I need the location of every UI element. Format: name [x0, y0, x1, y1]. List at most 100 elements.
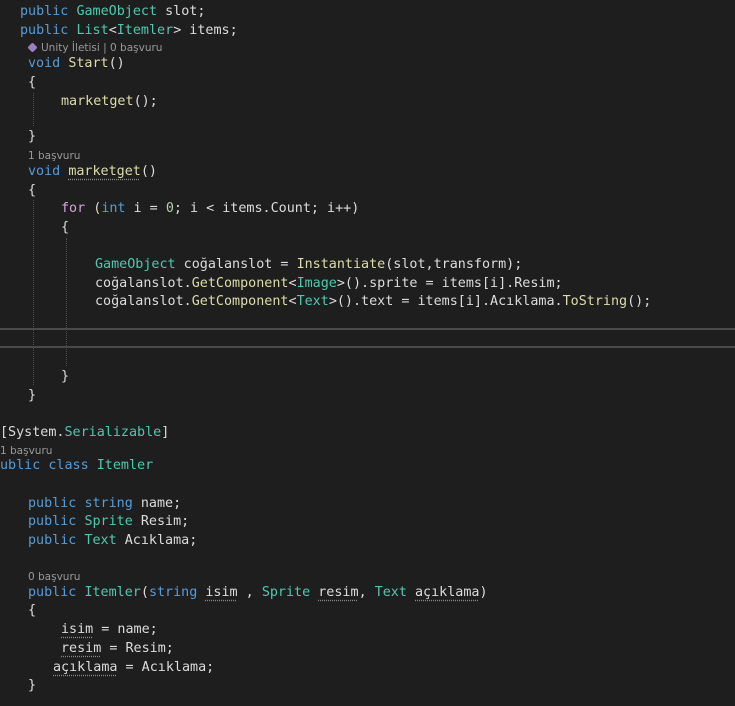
identifier: >().text = items[i].Acıklama.: [328, 294, 563, 309]
type-name: Itemler: [96, 458, 154, 473]
identifier: coğalanslot =: [175, 257, 297, 272]
brace: }: [28, 678, 37, 693]
codelens-references[interactable]: 1 başvuru: [28, 149, 80, 163]
indent-guide: [33, 200, 34, 385]
identifier: slot;: [157, 4, 206, 19]
keyword: void: [28, 164, 61, 179]
type-name: Text: [84, 533, 117, 548]
code-line[interactable]: {: [28, 601, 36, 620]
type-name: Sprite: [84, 514, 133, 529]
identifier: Acıklama;: [116, 533, 198, 548]
keyword: public: [28, 585, 77, 600]
codelens-references[interactable]: Unity İletisi | 0 başvuru: [27, 41, 163, 55]
code-editor[interactable]: public GameObject slot; public List<Item…: [0, 0, 735, 706]
code-line[interactable]: public string name;: [28, 494, 181, 513]
code-line[interactable]: açıklama = Acıklama;: [53, 658, 214, 677]
keyword: public: [20, 23, 69, 38]
brace: {: [28, 183, 37, 198]
punctuation: ): [479, 585, 488, 600]
codelens-text: Unity İletisi | 0 başvuru: [41, 42, 163, 54]
code-line[interactable]: public List<Itemler> items;: [20, 21, 238, 40]
punctuation: (: [140, 585, 149, 600]
punctuation: [System.: [0, 425, 65, 440]
identifier: = Resim;: [101, 641, 174, 656]
code-line[interactable]: marketget();: [61, 92, 158, 111]
identifier: coğalanslot.: [95, 276, 192, 291]
identifier: coğalanslot.: [95, 294, 192, 309]
code-line[interactable]: void marketget(): [28, 162, 157, 181]
identifier: name;: [132, 496, 182, 511]
type-name: Itemler: [84, 585, 141, 600]
identifier: (slot,transform);: [385, 257, 523, 272]
punctuation: ();: [133, 94, 158, 109]
brace: {: [28, 603, 37, 618]
keyword: class: [48, 458, 89, 473]
method-call: GetComponent: [191, 294, 289, 309]
code-line[interactable]: {: [28, 73, 36, 92]
code-line[interactable]: void Start(): [28, 54, 125, 73]
brace: }: [61, 369, 70, 384]
type-name: Text: [374, 585, 407, 600]
code-line[interactable]: }: [61, 367, 69, 386]
code-line[interactable]: }: [28, 127, 36, 146]
code-line[interactable]: GameObject coğalanslot = Instantiate(slo…: [95, 255, 522, 274]
brace: }: [28, 129, 37, 144]
punctuation: <: [288, 276, 297, 291]
codelens-references[interactable]: 0 başvuru: [28, 570, 80, 584]
keyword: string: [84, 496, 133, 511]
punctuation: ]: [161, 425, 170, 440]
code-line[interactable]: {: [61, 218, 69, 237]
code-line[interactable]: public Itemler(string isim , Sprite resi…: [28, 583, 488, 602]
code-line[interactable]: for (int i = 0; i < items.Count; i++): [61, 199, 359, 218]
method-call: ToString: [562, 294, 628, 309]
keyword: int: [101, 201, 126, 216]
code-line[interactable]: public GameObject slot;: [20, 2, 205, 21]
code-line[interactable]: {: [28, 181, 36, 200]
identifier: items;: [181, 23, 238, 38]
code-line[interactable]: coğalanslot.GetComponent<Text>().text = …: [95, 292, 651, 311]
keyword: public: [28, 514, 77, 529]
punctuation: <: [288, 294, 297, 309]
type-name: Serializable: [64, 425, 162, 440]
code-line[interactable]: ublic class Itemler: [0, 456, 153, 475]
type-name: Sprite: [261, 585, 311, 600]
code-line[interactable]: public Text Acıklama;: [28, 531, 197, 550]
type-name: Text: [296, 294, 329, 309]
number-literal: 0: [165, 201, 174, 216]
type-name: List: [76, 23, 109, 38]
separator-line: [0, 328, 735, 330]
code-line[interactable]: public Sprite Resim;: [28, 512, 189, 531]
punctuation: (: [85, 201, 102, 216]
type-name: GameObject: [95, 257, 176, 272]
punctuation: ();: [627, 294, 652, 309]
punctuation: ,: [237, 585, 262, 600]
keyword: public: [20, 4, 69, 19]
code-line[interactable]: resim = Resim;: [61, 639, 174, 658]
identifier: >().sprite = items[i].Resim;: [336, 276, 563, 291]
identifier: i =: [125, 201, 166, 216]
keyword: string: [148, 585, 198, 600]
code-line[interactable]: }: [28, 386, 36, 405]
control-keyword: for: [61, 201, 86, 216]
identifier: resim: [61, 641, 102, 656]
keyword: void: [28, 56, 61, 71]
method-call: GetComponent: [191, 276, 289, 291]
code-line[interactable]: [System.Serializable]: [0, 423, 169, 442]
indent-guide: [33, 93, 34, 126]
method-call: marketget: [61, 94, 134, 109]
codelens-text: 1 başvuru: [28, 150, 81, 162]
identifier: = Acıklama;: [117, 660, 215, 675]
code-line[interactable]: isim = name;: [61, 620, 158, 639]
punctuation: <: [108, 23, 117, 38]
keyword: public: [28, 496, 77, 511]
parameter: isim: [205, 585, 238, 600]
punctuation: (): [140, 164, 157, 179]
code-line[interactable]: coğalanslot.GetComponent<Image>().sprite…: [95, 274, 563, 293]
code-line[interactable]: }: [28, 676, 36, 695]
parameter: açıklama: [415, 585, 480, 600]
punctuation: (): [108, 56, 125, 71]
brace: }: [28, 388, 37, 403]
identifier: isim: [61, 622, 94, 637]
keyword: public: [28, 533, 77, 548]
type-name: GameObject: [76, 4, 158, 19]
